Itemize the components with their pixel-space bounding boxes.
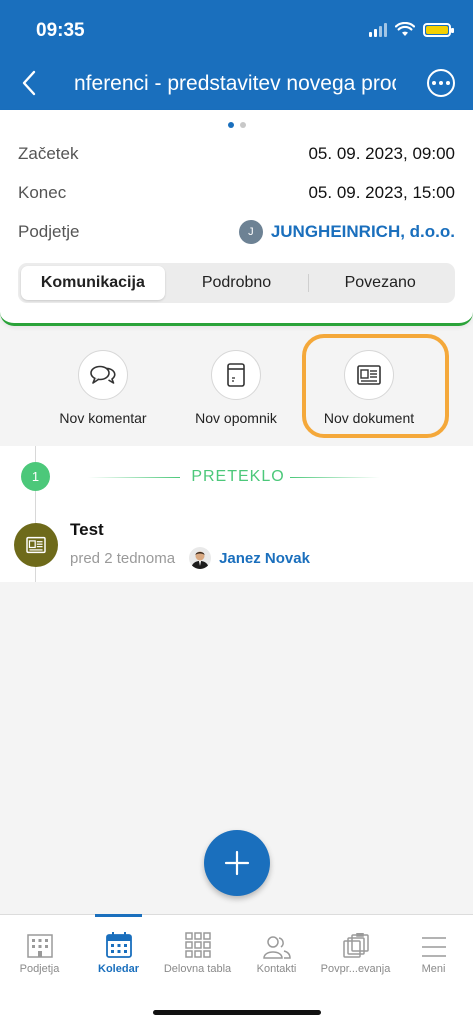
- tab-label: Kontakti: [256, 963, 297, 975]
- document-icon: [14, 523, 58, 567]
- status-icons: [369, 22, 454, 37]
- new-comment-label: Nov komentar: [59, 410, 147, 426]
- section-divider-left: [88, 477, 180, 478]
- building-icon: [0, 915, 79, 959]
- tab-label: Delovna tabla: [163, 963, 232, 975]
- back-button[interactable]: [14, 66, 44, 100]
- signal-icon: [369, 22, 387, 37]
- avatar: [189, 547, 212, 569]
- grid-icon: [158, 915, 237, 959]
- calendar-icon: [79, 915, 158, 959]
- add-button[interactable]: [204, 830, 270, 896]
- item-time: pred 2 tednoma: [70, 549, 176, 567]
- new-reminder-button[interactable]: Nov opomnik: [176, 350, 296, 426]
- tab-komunikacija[interactable]: Komunikacija: [21, 266, 165, 300]
- item-count-badge: 1: [21, 462, 50, 491]
- app-header: 09:35 nferenci - predstavitev novega pro…: [0, 0, 473, 110]
- comment-icon: [78, 350, 128, 400]
- company-link[interactable]: J JUNGHEINRICH, d.o.o.: [238, 220, 455, 244]
- bottom-tab-bar: Podjetja Koledar Delovna tabla Kontakti …: [0, 914, 473, 1024]
- tab-label: Meni: [421, 963, 446, 975]
- new-comment-button[interactable]: Nov komentar: [43, 350, 163, 426]
- start-value: 05. 09. 2023, 09:00: [308, 144, 455, 163]
- person-link[interactable]: Janez Novak: [219, 550, 310, 567]
- tab-label: Koledar: [98, 963, 139, 975]
- tab-label: Povpr...evanja: [320, 963, 391, 975]
- inquiries-icon: [316, 915, 395, 959]
- contacts-icon: [237, 915, 316, 959]
- page-title: nferenci - predstavitev novega produ: [74, 72, 396, 95]
- chevron-left-icon: [22, 70, 36, 96]
- home-indicator: [153, 1010, 321, 1015]
- start-label: Začetek: [18, 144, 79, 163]
- more-options-button[interactable]: [427, 69, 455, 97]
- segmented-control: Komunikacija Podrobno Povezano: [18, 263, 455, 303]
- menu-icon: [394, 915, 473, 959]
- tab-podrobno[interactable]: Podrobno: [165, 266, 309, 300]
- item-meta: pred 2 tednoma Janez Novak: [70, 547, 310, 569]
- highlight-outline: [302, 334, 449, 438]
- section-divider-right: [290, 477, 380, 478]
- tab-delovna-tabla[interactable]: Delovna tabla: [158, 915, 237, 985]
- timeline: 1 PRETEKLO Test pred 2 tednoma Janez Nov…: [0, 446, 473, 582]
- section-title: PRETEKLO: [191, 468, 285, 485]
- company-label: Podjetje: [18, 222, 80, 241]
- new-reminder-label: Nov opomnik: [195, 410, 277, 426]
- item-title: Test: [70, 520, 104, 539]
- event-details-card: Začetek 05. 09. 2023, 09:00 Konec 05. 09…: [0, 110, 473, 326]
- status-time: 09:35: [36, 20, 85, 41]
- tab-kontakti[interactable]: Kontakti: [237, 915, 316, 985]
- plus-icon: [224, 850, 250, 876]
- company-name: JUNGHEINRICH, d.o.o.: [270, 222, 455, 241]
- tab-podjetja[interactable]: Podjetja: [0, 915, 79, 985]
- company-avatar: J: [238, 220, 263, 244]
- company-row: Podjetje J JUNGHEINRICH, d.o.o.: [18, 219, 455, 245]
- end-row: Konec 05. 09. 2023, 15:00: [18, 180, 455, 206]
- tab-label: Podjetja: [19, 963, 60, 975]
- end-label: Konec: [18, 183, 67, 202]
- battery-icon: [423, 22, 454, 37]
- tab-meni[interactable]: Meni: [394, 915, 473, 985]
- start-row: Začetek 05. 09. 2023, 09:00: [18, 141, 455, 167]
- end-value: 05. 09. 2023, 15:00: [308, 183, 455, 202]
- tab-povprasevanja[interactable]: Povpr...evanja: [316, 915, 395, 985]
- tab-povezano[interactable]: Povezano: [308, 266, 452, 300]
- reminder-icon: [211, 350, 261, 400]
- page-indicator[interactable]: [0, 122, 473, 128]
- wifi-icon: [395, 22, 415, 36]
- tab-koledar[interactable]: Koledar: [79, 915, 158, 985]
